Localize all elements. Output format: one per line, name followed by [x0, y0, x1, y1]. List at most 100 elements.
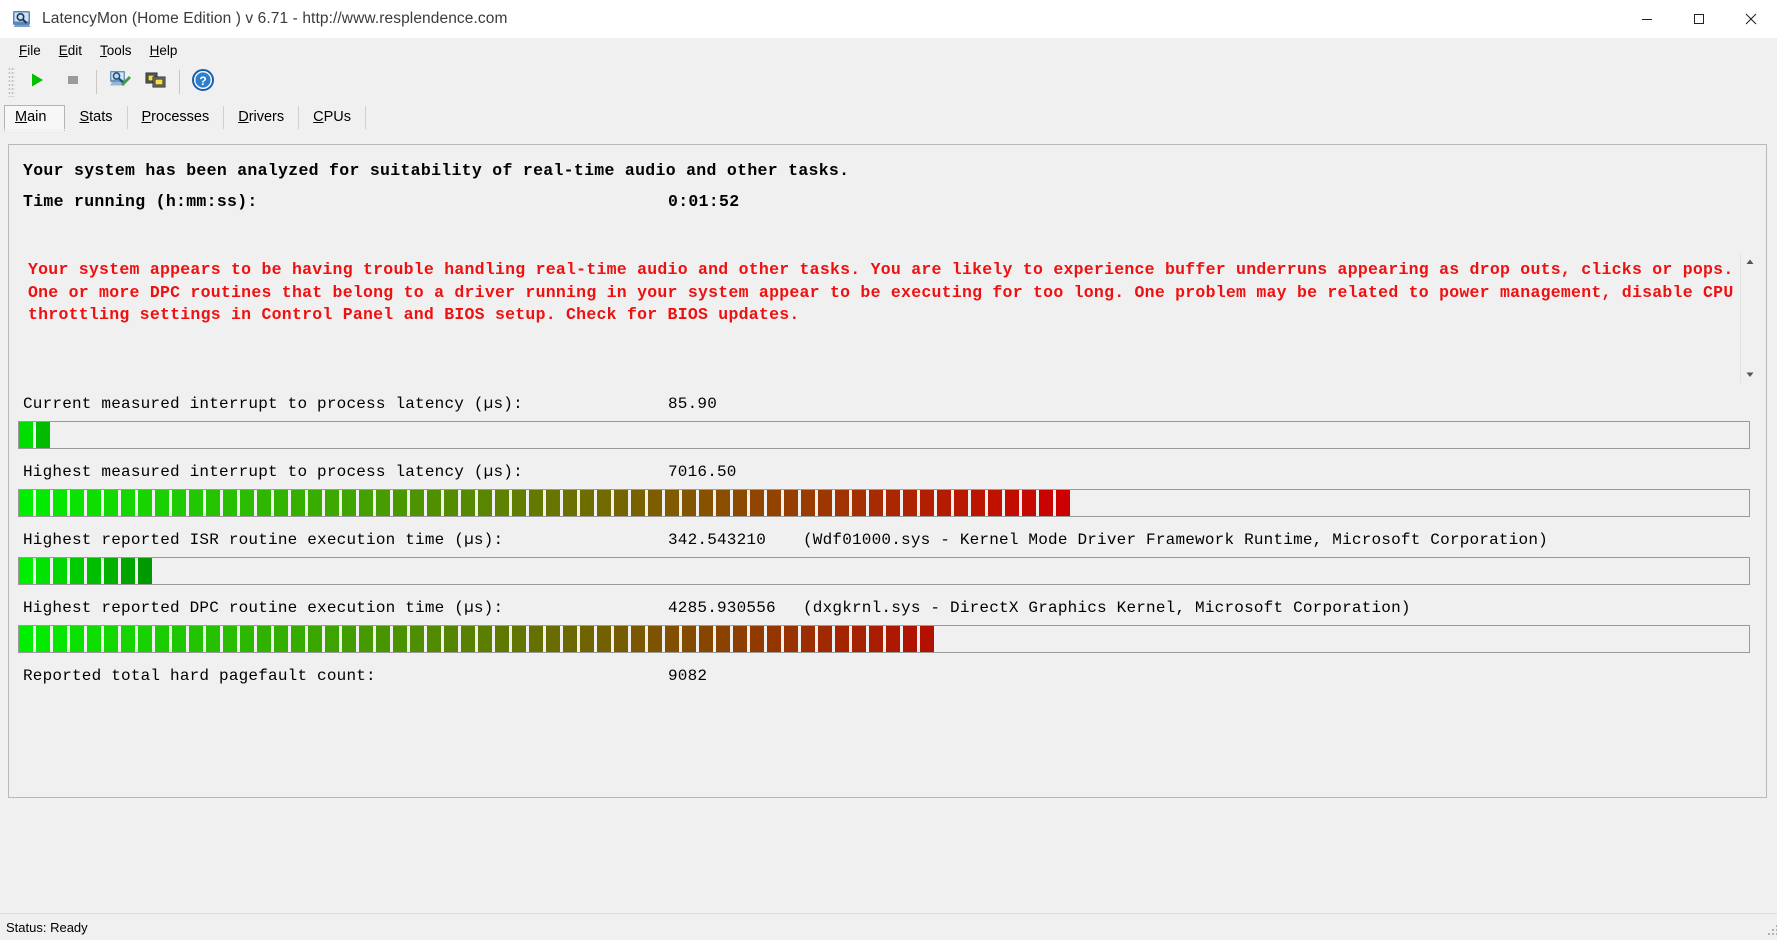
- bar-segment: [172, 626, 186, 652]
- bar-segment: [512, 626, 526, 652]
- bar-segment: [529, 626, 543, 652]
- resize-grip-icon[interactable]: [1766, 923, 1777, 937]
- window-controls: [1621, 0, 1777, 38]
- bar-segment: [19, 626, 33, 652]
- start-monitoring-button[interactable]: [19, 65, 55, 99]
- bar-segment: [818, 490, 832, 516]
- help-button[interactable]: ?: [185, 65, 221, 99]
- bar-segment: [138, 558, 152, 584]
- time-running-row: Time running (h:mm:ss): 0:01:52: [23, 192, 1766, 211]
- bar-segment: [954, 490, 968, 516]
- tab-cpus[interactable]: CPUs: [299, 106, 367, 130]
- bar-segment: [767, 490, 781, 516]
- menu-file-accel: F: [19, 42, 28, 58]
- bar-segment: [682, 490, 696, 516]
- bar-segment: [53, 626, 67, 652]
- maximize-button[interactable]: [1673, 0, 1725, 38]
- metric-bar-fill: [19, 558, 1749, 584]
- latencymon-app-icon: [12, 9, 32, 29]
- tab-main[interactable]: Main: [4, 105, 66, 131]
- bar-segment: [767, 626, 781, 652]
- bar-segment: [393, 626, 407, 652]
- analysis-line: Your system has been analyzed for suitab…: [23, 161, 850, 180]
- menu-item-edit[interactable]: Edit: [50, 41, 91, 60]
- tab-processes-rest: rocesses: [151, 109, 210, 125]
- tab-drivers[interactable]: Drivers: [224, 106, 300, 130]
- bar-segment: [155, 626, 169, 652]
- bar-segment: [36, 490, 50, 516]
- toolbar-grip[interactable]: [8, 67, 15, 97]
- metric-value: 342.543210: [668, 531, 767, 549]
- bar-segment: [784, 626, 798, 652]
- menu-item-tools[interactable]: Tools: [91, 41, 141, 60]
- bar-segment: [274, 626, 288, 652]
- close-button[interactable]: [1725, 0, 1777, 38]
- system-info-button[interactable]: [102, 65, 138, 99]
- menu-help-rest: elp: [159, 42, 178, 58]
- tab-drivers-accel: D: [238, 109, 249, 125]
- toolbar-separator-2: [179, 70, 180, 94]
- metrics-list: Current measured interrupt to process la…: [9, 389, 1766, 691]
- bar-segment: [461, 626, 475, 652]
- stop-monitoring-button[interactable]: [55, 65, 91, 99]
- bar-segment: [869, 626, 883, 652]
- metric-label: Highest reported ISR routine execution t…: [23, 531, 504, 549]
- bar-segment: [631, 626, 645, 652]
- menu-tools-rest: ools: [106, 42, 132, 58]
- bar-segment: [19, 558, 33, 584]
- bar-segment: [903, 626, 917, 652]
- tab-processes[interactable]: Processes: [128, 106, 225, 130]
- bar-segment: [223, 490, 237, 516]
- bar-segment: [733, 626, 747, 652]
- metric-label: Current measured interrupt to process la…: [23, 395, 523, 413]
- menu-bar: File Edit Tools Help: [0, 38, 1777, 62]
- bar-segment: [104, 558, 118, 584]
- scroll-up-button[interactable]: [1741, 253, 1758, 270]
- copy-report-button[interactable]: [138, 65, 174, 99]
- bar-segment: [291, 490, 305, 516]
- scroll-down-button[interactable]: [1741, 366, 1758, 383]
- bar-segment: [529, 490, 543, 516]
- tab-stats[interactable]: Stats: [65, 106, 128, 130]
- bar-segment: [104, 626, 118, 652]
- minimize-button[interactable]: [1621, 0, 1673, 38]
- bar-segment: [359, 626, 373, 652]
- bar-segment: [70, 558, 84, 584]
- bar-segment: [308, 490, 322, 516]
- bar-segment: [87, 626, 101, 652]
- bar-segment: [750, 490, 764, 516]
- bar-segment: [36, 422, 50, 448]
- tab-stats-accel: S: [79, 109, 90, 125]
- bar-segment: [155, 490, 169, 516]
- warning-text: Your system appears to be having trouble…: [28, 260, 1744, 324]
- bar-segment: [580, 626, 594, 652]
- bar-segment: [869, 490, 883, 516]
- bar-segment: [631, 490, 645, 516]
- bar-segment: [716, 490, 730, 516]
- bar-segment: [1039, 490, 1053, 516]
- bar-segment: [648, 490, 662, 516]
- bar-segment: [36, 558, 50, 584]
- bar-segment: [291, 626, 305, 652]
- bar-segment: [376, 626, 390, 652]
- bar-segment: [801, 490, 815, 516]
- metric-bar: [18, 557, 1750, 585]
- bar-segment: [852, 626, 866, 652]
- bar-segment: [342, 626, 356, 652]
- metric-label: Highest measured interrupt to process la…: [23, 463, 523, 481]
- bar-segment: [444, 626, 458, 652]
- bar-segment: [495, 490, 509, 516]
- bar-segment: [104, 490, 118, 516]
- menu-item-file[interactable]: File: [10, 41, 50, 60]
- bar-segment: [410, 490, 424, 516]
- bar-segment: [614, 626, 628, 652]
- metric-highest-isr-routine-execution-time: Highest reported ISR routine execution t…: [9, 525, 1766, 585]
- bar-segment: [240, 490, 254, 516]
- bar-segment: [427, 626, 441, 652]
- bar-segment: [70, 626, 84, 652]
- play-icon: [27, 70, 47, 94]
- analysis-row: Your system has been analyzed for suitab…: [23, 161, 1766, 180]
- menu-item-help[interactable]: Help: [141, 41, 187, 60]
- warning-scrollbar[interactable]: [1740, 253, 1758, 383]
- scrollbar-thumb[interactable]: [1741, 270, 1758, 310]
